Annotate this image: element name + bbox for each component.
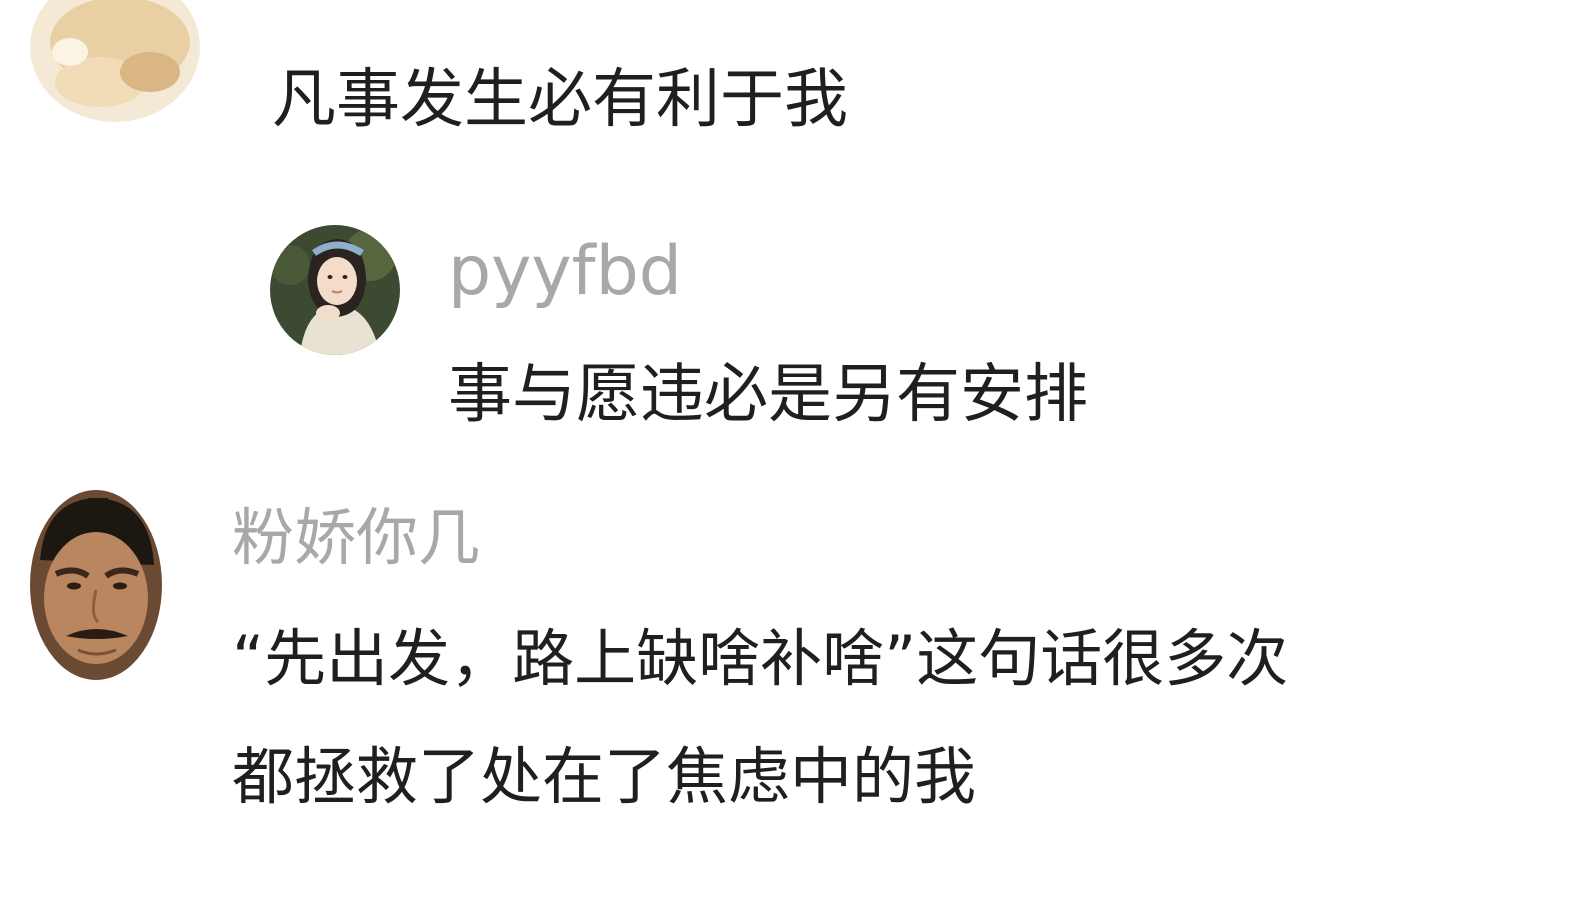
comment-3-text-line: 都拯救了处在了焦虑中的我 [232, 740, 977, 813]
user-avatar-photo-icon [30, 490, 162, 680]
user-avatar-photo-icon [270, 225, 400, 355]
reply-avatar[interactable] [270, 225, 400, 355]
comment-3-avatar[interactable] [30, 490, 162, 680]
comment-1-text: 凡事发生必有利于我 [272, 63, 848, 137]
reply-username[interactable]: pyyfbd [448, 232, 682, 312]
reply-text: 事与愿违必是另有安排 [448, 358, 1088, 432]
comment-3-text-line: “先出发，路上缺啥补啥”这句话很多次 [232, 622, 1289, 695]
comment-1-avatar[interactable] [30, 0, 200, 122]
comment-3-username[interactable]: 粉娇你几 [232, 500, 480, 576]
user-avatar-photo-icon [30, 0, 200, 122]
